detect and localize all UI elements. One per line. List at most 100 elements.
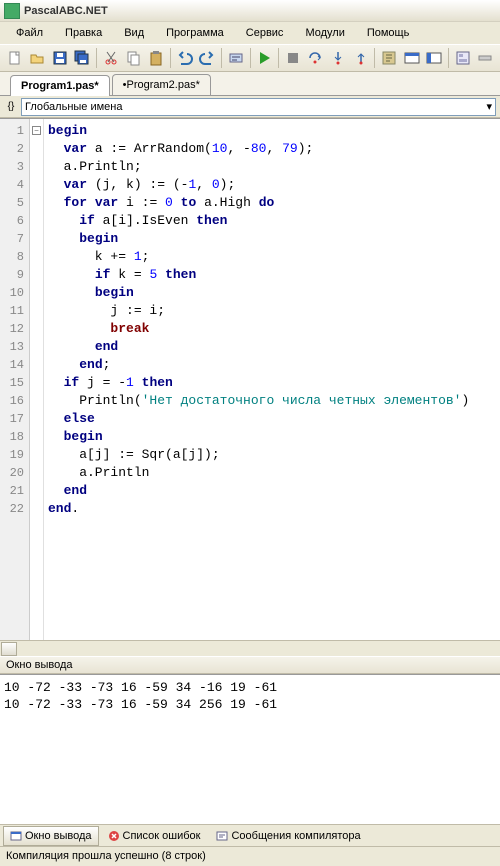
bottom-tab-label: Список ошибок: [123, 830, 201, 842]
copy-button[interactable]: [123, 47, 145, 69]
code-line: for var i := 0 to a.High do: [48, 194, 496, 212]
line-number: 19: [0, 446, 29, 464]
line-number: 1: [0, 122, 29, 140]
code-editor[interactable]: 12345678910111213141516171819202122 − be…: [0, 118, 500, 640]
scope-label: Глобальные имена: [25, 101, 123, 113]
line-number: 11: [0, 302, 29, 320]
status-text: Компиляция прошла успешно (8 строк): [6, 850, 206, 862]
code-line: end;: [48, 356, 496, 374]
code-content[interactable]: begin var a := ArrRandom(10, -80, 79); a…: [44, 119, 500, 640]
code-line: begin: [48, 284, 496, 302]
line-number: 10: [0, 284, 29, 302]
cut-button[interactable]: [100, 47, 122, 69]
line-number: 15: [0, 374, 29, 392]
bottom-tab-2[interactable]: Сообщения компилятора: [209, 826, 367, 846]
step-over-icon: [307, 50, 323, 66]
line-number: 2: [0, 140, 29, 158]
toolbar-separator: [221, 48, 222, 68]
paste-button[interactable]: [145, 47, 167, 69]
menu-файл[interactable]: Файл: [6, 24, 53, 42]
code-line: if j = -1 then: [48, 374, 496, 392]
code-line: if a[i].IsEven then: [48, 212, 496, 230]
code-line: Println('Нет достаточного числа четных э…: [48, 392, 496, 410]
window-title: PascalABC.NET: [24, 5, 108, 17]
line-number: 4: [0, 176, 29, 194]
compile-button[interactable]: [378, 47, 400, 69]
paste-icon: [148, 50, 164, 66]
scope-bar: {} Глобальные имена ▾: [0, 96, 500, 118]
step-into-icon: [330, 50, 346, 66]
save-all-button[interactable]: [72, 47, 94, 69]
chevron-down-icon: ▾: [486, 100, 492, 113]
menu-модули[interactable]: Модули: [295, 24, 354, 42]
toolbar-separator: [170, 48, 171, 68]
form-designer-icon: [455, 50, 471, 66]
save-icon: [52, 50, 68, 66]
code-line: a[j] := Sqr(a[j]);: [48, 446, 496, 464]
run-icon: [256, 50, 272, 66]
redo-icon: [199, 50, 215, 66]
compile-icon: [381, 50, 397, 66]
line-number: 5: [0, 194, 29, 212]
code-line: else: [48, 410, 496, 428]
redo-button[interactable]: [196, 47, 218, 69]
line-number: 8: [0, 248, 29, 266]
line-number: 20: [0, 464, 29, 482]
run-button[interactable]: [254, 47, 276, 69]
line-number: 17: [0, 410, 29, 428]
step-into-button[interactable]: [327, 47, 349, 69]
line-gutter: 12345678910111213141516171819202122: [0, 119, 30, 640]
menu-помощь[interactable]: Помощь: [357, 24, 420, 42]
bottom-tab-1[interactable]: Список ошибок: [101, 826, 208, 846]
code-line: a.Println;: [48, 158, 496, 176]
menu-вид[interactable]: Вид: [114, 24, 154, 42]
mode-1-button[interactable]: [401, 47, 423, 69]
code-line: j := i;: [48, 302, 496, 320]
code-line: k += 1;: [48, 248, 496, 266]
bottom-tab-0[interactable]: Окно вывода: [3, 826, 99, 846]
code-line: begin: [48, 428, 496, 446]
collapse-icon: [477, 50, 493, 66]
mode-2-button[interactable]: [423, 47, 445, 69]
toolbar-separator: [96, 48, 97, 68]
menu-сервис[interactable]: Сервис: [236, 24, 294, 42]
fold-column: −: [30, 119, 44, 640]
intellisense-button[interactable]: [225, 47, 247, 69]
undo-button[interactable]: [174, 47, 196, 69]
msg-icon: [216, 830, 228, 842]
fold-toggle-icon[interactable]: −: [32, 126, 41, 135]
line-number: 9: [0, 266, 29, 284]
save-button[interactable]: [49, 47, 71, 69]
step-out-button[interactable]: [350, 47, 372, 69]
output-panel[interactable]: 10 -72 -33 -73 16 -59 34 -16 19 -61 10 -…: [0, 674, 500, 824]
document-tab-1[interactable]: •Program2.pas*: [112, 74, 211, 95]
document-tab-0[interactable]: Program1.pas*: [10, 75, 110, 96]
mode-1-icon: [404, 50, 420, 66]
menu-правка[interactable]: Правка: [55, 24, 112, 42]
stop-icon: [285, 50, 301, 66]
collapse-button[interactable]: [475, 47, 497, 69]
line-number: 12: [0, 320, 29, 338]
open-file-button[interactable]: [27, 47, 49, 69]
title-bar: PascalABC.NET: [0, 0, 500, 22]
step-over-button[interactable]: [305, 47, 327, 69]
code-line: if k = 5 then: [48, 266, 496, 284]
line-number: 22: [0, 500, 29, 518]
menu-bar: ФайлПравкаВидПрограммаСервисМодулиПомощь: [0, 22, 500, 44]
line-number: 6: [0, 212, 29, 230]
window-icon: [10, 830, 22, 842]
status-bar: Компиляция прошла успешно (8 строк): [0, 846, 500, 866]
menu-программа[interactable]: Программа: [156, 24, 234, 42]
step-out-icon: [353, 50, 369, 66]
scrollbar-button[interactable]: [1, 642, 17, 656]
stop-button[interactable]: [282, 47, 304, 69]
line-number: 16: [0, 392, 29, 410]
scope-dropdown[interactable]: Глобальные имена ▾: [21, 98, 496, 116]
form-designer-button[interactable]: [452, 47, 474, 69]
open-file-icon: [29, 50, 45, 66]
code-line: var a := ArrRandom(10, -80, 79);: [48, 140, 496, 158]
code-line: begin: [48, 230, 496, 248]
new-file-button[interactable]: [4, 47, 26, 69]
horizontal-scrollbar[interactable]: [0, 640, 500, 656]
intellisense-icon: [228, 50, 244, 66]
